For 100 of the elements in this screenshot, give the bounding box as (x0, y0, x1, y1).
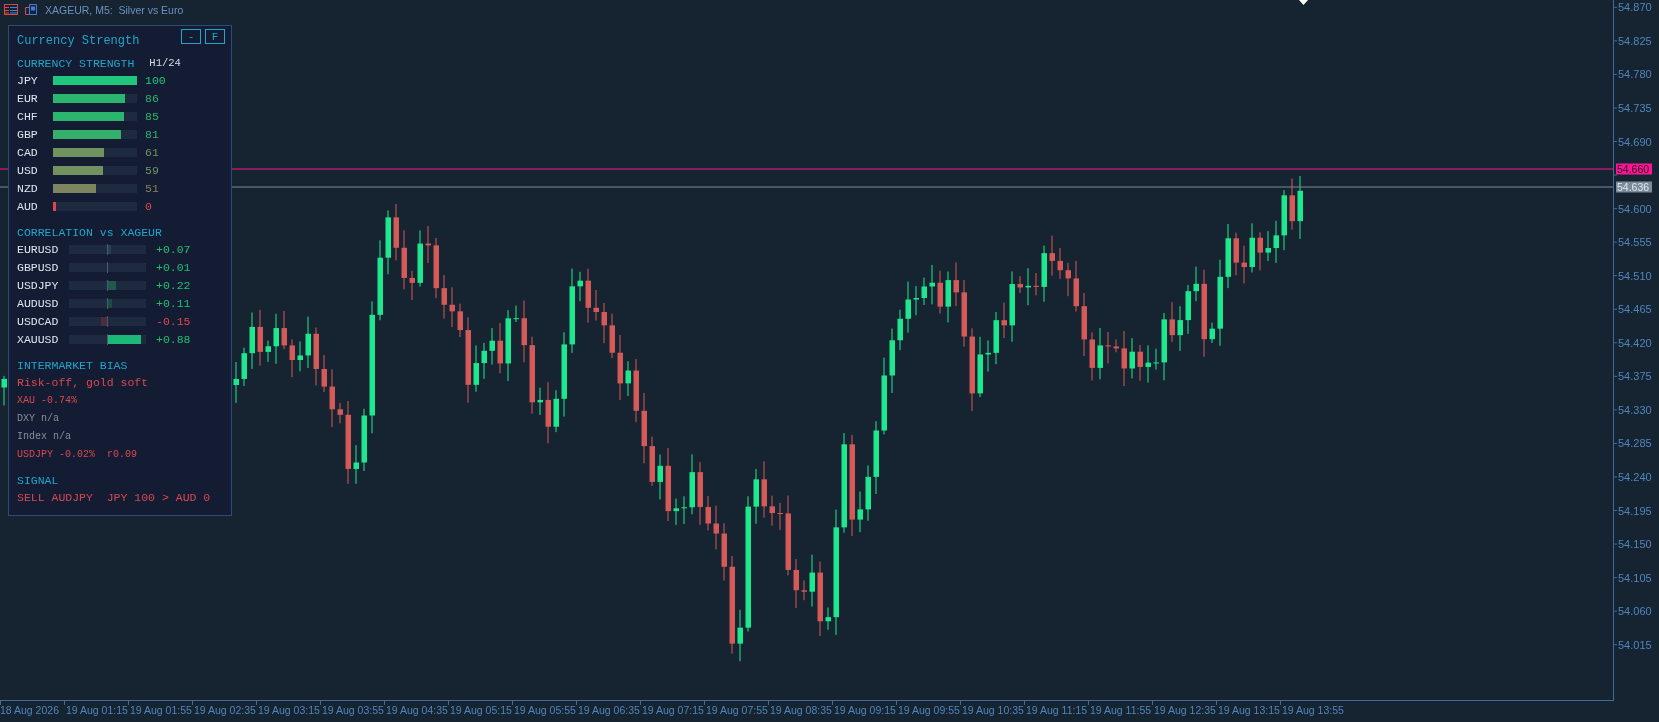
candle (865, 464, 871, 522)
time-label: 19 Aug 05:55 (514, 704, 576, 716)
candle (1281, 189, 1287, 251)
time-label: 19 Aug 09:55 (898, 704, 960, 716)
time-label: 19 Aug 03:15 (258, 704, 320, 716)
price-label: 54.735 (1618, 101, 1652, 114)
strength-value: 81 (145, 127, 159, 141)
candle (1289, 177, 1295, 231)
candle (633, 358, 639, 423)
candle (921, 277, 927, 306)
candle (417, 229, 423, 288)
candle (441, 274, 447, 320)
list-icon[interactable] (4, 4, 18, 15)
candle (577, 271, 583, 302)
candle (545, 381, 551, 444)
time-label: 19 Aug 04:35 (386, 704, 448, 716)
candle (1065, 262, 1071, 297)
candle (233, 361, 239, 404)
candle (1049, 235, 1055, 277)
candle (281, 310, 287, 350)
candle (1193, 266, 1199, 302)
panel-button[interactable]: F (205, 29, 225, 44)
candle (1073, 260, 1079, 313)
strength-value: 61 (145, 145, 159, 159)
price-label: 54.420 (1618, 336, 1652, 349)
candle (889, 328, 895, 394)
price-label: 54.780 (1618, 68, 1652, 81)
candle (1249, 222, 1255, 273)
price-label: 54.825 (1618, 34, 1652, 47)
candle (681, 495, 687, 525)
time-label: 19 Aug 10:35 (962, 704, 1024, 716)
candle (409, 270, 415, 301)
time-label: 19 Aug 12:35 (1154, 704, 1216, 716)
section-heading: CORRELATION vs XAGEUR (17, 225, 162, 239)
correlation-value: +0.22 (156, 278, 191, 292)
candle (673, 498, 679, 526)
candle (825, 606, 831, 631)
price-label: 54.870 (1618, 1, 1652, 14)
candle (329, 368, 335, 428)
time-label: 19 Aug 01:55 (130, 704, 192, 716)
candle (433, 237, 439, 299)
candle (777, 502, 783, 531)
bias-detail: DXY n/a (17, 412, 59, 424)
currency-label: AUD (17, 199, 39, 213)
window-icon[interactable] (25, 4, 37, 15)
pair-label: AUDUSD (17, 296, 60, 310)
candle (1033, 272, 1039, 296)
price-label: 54.690 (1618, 135, 1652, 148)
candle (705, 495, 711, 531)
time-label: 19 Aug 03:55 (322, 704, 384, 716)
time-label: 19 Aug 08:35 (770, 704, 832, 716)
time-label: 19 Aug 01:15 (66, 704, 128, 716)
candle (513, 305, 519, 323)
price-label: 54.375 (1618, 370, 1652, 383)
candle (1001, 302, 1007, 339)
strength-value: 51 (145, 181, 159, 195)
candle (1137, 344, 1143, 382)
panel-button[interactable]: - (181, 29, 201, 44)
price-label: 54.060 (1618, 605, 1652, 618)
section-heading: CURRENCY STRENGTH (17, 56, 135, 70)
section-heading: INTERMARKET BIAS (17, 358, 128, 372)
candle (1121, 330, 1127, 387)
candle (809, 554, 815, 608)
candle (1025, 267, 1031, 306)
time-label: 19 Aug 07:15 (642, 704, 704, 716)
candle (801, 579, 807, 601)
candle (305, 316, 311, 369)
candle (241, 347, 247, 387)
correlation-value: +0.11 (156, 296, 191, 310)
price-label: 54.285 (1618, 437, 1652, 450)
candle (617, 334, 623, 401)
currency-label: USD (17, 163, 39, 177)
candle (353, 444, 359, 485)
candle (1233, 232, 1239, 276)
bias-detail: Index n/a (17, 430, 71, 442)
candle (657, 454, 663, 500)
candle (1017, 275, 1023, 294)
price-label: 54.150 (1618, 538, 1652, 551)
candle (593, 289, 599, 322)
pair-label: XAUUSD (17, 332, 60, 346)
candle (641, 392, 647, 464)
candle (1089, 331, 1095, 381)
candle (761, 460, 767, 519)
correlation-value: +0.01 (156, 260, 191, 274)
pair-label: GBPUSD (17, 260, 60, 274)
candle (273, 313, 279, 365)
strength-value: 85 (145, 109, 159, 123)
candle (1297, 175, 1303, 240)
candle (1105, 331, 1111, 364)
candle (601, 302, 607, 344)
candle (1145, 344, 1151, 384)
candle (297, 340, 303, 372)
candle (1, 375, 7, 406)
candle (961, 279, 967, 348)
price-tag: 54.660 (1616, 163, 1652, 175)
candle (457, 303, 463, 338)
signal-text: SELL AUDJPY JPY 100 > AUD 0 (17, 490, 211, 504)
time-label: 19 Aug 05:15 (450, 704, 512, 716)
price-label: 54.105 (1618, 571, 1652, 584)
candle (1209, 322, 1215, 344)
